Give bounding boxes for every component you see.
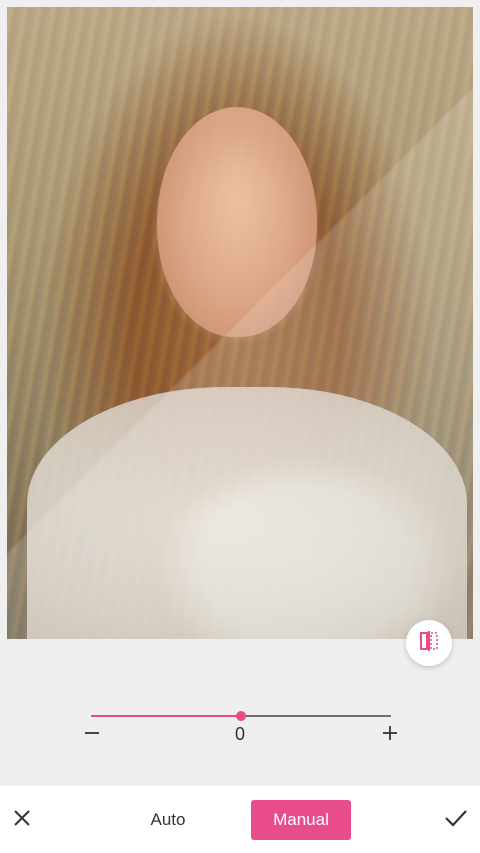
photo-preview (7, 7, 473, 639)
before-after-divider (7, 7, 473, 639)
compare-button[interactable] (406, 620, 452, 666)
minus-icon (83, 724, 101, 747)
close-button[interactable] (8, 806, 36, 834)
manual-mode-button[interactable]: Manual (251, 800, 351, 840)
slider-thumb[interactable] (236, 711, 246, 721)
slider-value: 0 (234, 724, 245, 744)
close-icon (12, 808, 32, 833)
compare-split-icon (418, 630, 440, 657)
checkmark-icon (444, 808, 468, 833)
confirm-button[interactable] (441, 806, 471, 834)
photo-editor-screen: 0 Auto Manual (0, 0, 480, 853)
bottom-toolbar: Auto Manual (0, 786, 480, 853)
intensity-slider[interactable] (91, 706, 391, 726)
auto-mode-button[interactable]: Auto (128, 800, 208, 840)
slider-fill (91, 715, 241, 717)
plus-icon (381, 724, 399, 747)
increase-button[interactable] (377, 722, 403, 748)
decrease-button[interactable] (79, 722, 105, 748)
